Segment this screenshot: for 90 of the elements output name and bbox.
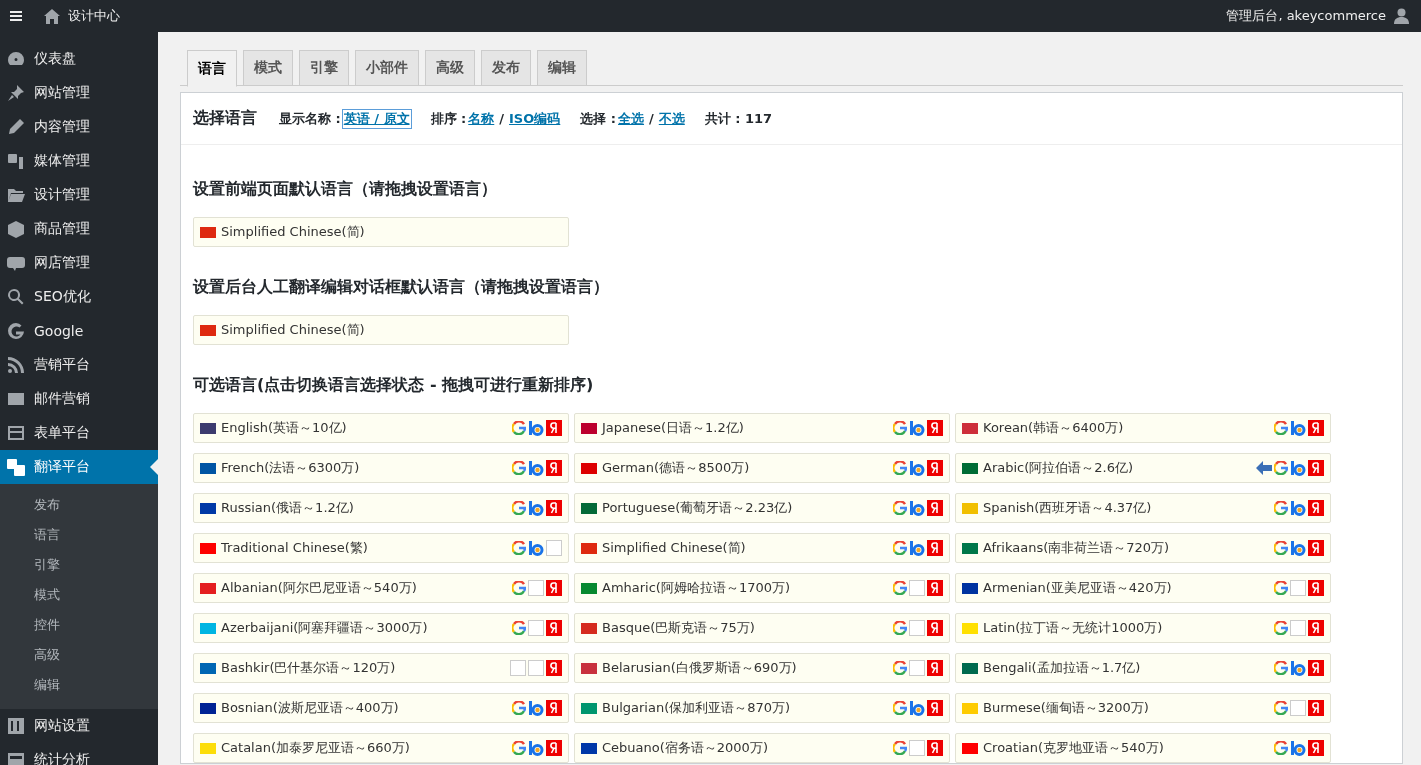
language-item[interactable]: Latin(拉丁语～无统计1000万) bbox=[955, 613, 1331, 643]
submenu-item[interactable]: 高级 bbox=[0, 640, 158, 670]
language-item[interactable]: Simplified Chinese(简) bbox=[193, 217, 569, 247]
option-label: 选择 : bbox=[580, 109, 617, 128]
sliders-icon bbox=[7, 717, 25, 735]
sidebar-item[interactable]: 邮件营销 bbox=[0, 382, 158, 416]
language-item[interactable]: Burmese(缅甸语～3200万) bbox=[955, 693, 1331, 723]
form-icon bbox=[7, 424, 25, 442]
sidebar-item[interactable]: 网店管理 bbox=[0, 246, 158, 280]
site-title[interactable]: 设计中心 bbox=[68, 7, 120, 25]
language-item[interactable]: Cebuano(宿务语～2000万) bbox=[574, 733, 950, 763]
menu-icon[interactable] bbox=[10, 11, 22, 21]
language-item[interactable]: English(英语～10亿) bbox=[193, 413, 569, 443]
language-item[interactable]: Bashkir(巴什基尔语～120万) bbox=[193, 653, 569, 683]
chart-icon bbox=[7, 751, 25, 765]
box-icon bbox=[7, 220, 25, 238]
option-label: 排序 : bbox=[430, 109, 467, 128]
submenu-item[interactable]: 语言 bbox=[0, 520, 158, 550]
sidebar-item[interactable]: 内容管理 bbox=[0, 110, 158, 144]
tab[interactable]: 引擎 bbox=[299, 50, 349, 86]
gauge-icon bbox=[7, 50, 25, 68]
select-link[interactable]: 全选 bbox=[618, 109, 645, 128]
section-title: 设置前端页面默认语言（请拖拽设置语言） bbox=[193, 177, 498, 200]
language-item[interactable]: Arabic(阿拉伯语～2.6亿) bbox=[955, 453, 1331, 483]
user-greeting[interactable]: 管理后台, akeycommerce bbox=[1226, 7, 1386, 25]
language-item[interactable]: German(德语～8500万) bbox=[574, 453, 950, 483]
sidebar-item[interactable]: 网站设置 bbox=[0, 709, 158, 743]
home-icon[interactable] bbox=[44, 8, 60, 24]
language-item[interactable]: Russian(俄语～1.2亿) bbox=[193, 493, 569, 523]
language-item[interactable]: Azerbaijani(阿塞拜疆语～3000万) bbox=[193, 613, 569, 643]
media-icon bbox=[7, 152, 25, 170]
sidebar-item[interactable]: 翻译平台 bbox=[0, 450, 158, 484]
sidebar-item[interactable]: Google bbox=[0, 314, 158, 348]
separator: / bbox=[499, 111, 505, 126]
language-item[interactable]: Portuguese(葡萄牙语～2.23亿) bbox=[574, 493, 950, 523]
tab[interactable]: 小部件 bbox=[355, 50, 419, 86]
separator: / bbox=[649, 111, 654, 126]
submenu-item[interactable]: 模式 bbox=[0, 580, 158, 610]
panel-title: 选择语言 bbox=[193, 108, 257, 129]
tab[interactable]: 编辑 bbox=[537, 50, 587, 86]
language-item[interactable]: French(法语～6300万) bbox=[193, 453, 569, 483]
submenu-item[interactable]: 编辑 bbox=[0, 670, 158, 700]
sidebar-item[interactable]: 网站管理 bbox=[0, 76, 158, 110]
tab[interactable]: 发布 bbox=[481, 50, 531, 86]
tab[interactable]: 高级 bbox=[425, 50, 475, 86]
user-icon[interactable] bbox=[1394, 8, 1409, 24]
option-label: 显示名称 : bbox=[279, 109, 341, 128]
section-title: 可选语言(点击切换语言选择状态 - 拖拽可进行重新排序) bbox=[193, 373, 595, 396]
language-item[interactable]: Korean(韩语～6400万) bbox=[955, 413, 1331, 443]
language-item[interactable]: Amharic(阿姆哈拉语～1700万) bbox=[574, 573, 950, 603]
search-icon bbox=[7, 288, 25, 306]
google-icon bbox=[7, 322, 25, 340]
total-count: 共计 : 117 bbox=[704, 109, 773, 128]
sort-link[interactable]: ISO编码 bbox=[509, 109, 561, 128]
sort-link[interactable]: 名称 bbox=[468, 109, 495, 128]
sidebar-item[interactable]: 仪表盘 bbox=[0, 42, 158, 76]
feed-icon bbox=[7, 356, 25, 374]
sidebar-item[interactable]: 设计管理 bbox=[0, 178, 158, 212]
pencil-icon bbox=[7, 118, 25, 136]
sidebar-item[interactable]: 营销平台 bbox=[0, 348, 158, 382]
sidebar-item[interactable]: 表单平台 bbox=[0, 416, 158, 450]
language-item[interactable]: Bulgarian(保加利亚语～870万) bbox=[574, 693, 950, 723]
language-item[interactable]: Catalan(加泰罗尼亚语～660万) bbox=[193, 733, 569, 763]
language-item[interactable]: Afrikaans(南非荷兰语～720万) bbox=[955, 533, 1331, 563]
sidebar-item[interactable]: 商品管理 bbox=[0, 212, 158, 246]
language-item[interactable]: Bosnian(波斯尼亚语～400万) bbox=[193, 693, 569, 723]
sidebar-item[interactable]: 统计分析 bbox=[0, 743, 158, 765]
language-item[interactable]: Albanian(阿尔巴尼亚语～540万) bbox=[193, 573, 569, 603]
display-name-link[interactable]: 英语 / 原文 bbox=[342, 109, 411, 128]
pin-icon bbox=[7, 84, 25, 102]
language-item[interactable]: Armenian(亚美尼亚语～420万) bbox=[955, 573, 1331, 603]
language-item[interactable]: Belarusian(白俄罗斯语～690万) bbox=[574, 653, 950, 683]
submenu-item[interactable]: 发布 bbox=[0, 490, 158, 520]
folder-icon bbox=[7, 186, 25, 204]
tab[interactable]: 语言 bbox=[187, 50, 237, 87]
section-title: 设置后台人工翻译编辑对话框默认语言（请拖拽设置语言） bbox=[193, 275, 610, 298]
language-item[interactable]: Spanish(西班牙语～4.37亿) bbox=[955, 493, 1331, 523]
submenu-item[interactable]: 引擎 bbox=[0, 550, 158, 580]
submenu-item[interactable]: 控件 bbox=[0, 610, 158, 640]
language-item[interactable]: Bengali(孟加拉语～1.7亿) bbox=[955, 653, 1331, 683]
language-item[interactable]: Japanese(日语～1.2亿) bbox=[574, 413, 950, 443]
sidebar-item[interactable]: SEO优化 bbox=[0, 280, 158, 314]
tab[interactable]: 模式 bbox=[243, 50, 293, 86]
language-item[interactable]: Simplified Chinese(简) bbox=[574, 533, 950, 563]
language-item[interactable]: Traditional Chinese(繁) bbox=[193, 533, 569, 563]
language-item[interactable]: Basque(巴斯克语～75万) bbox=[574, 613, 950, 643]
language-item[interactable]: Croatian(克罗地亚语～540万) bbox=[955, 733, 1331, 763]
sidebar-item[interactable]: 媒体管理 bbox=[0, 144, 158, 178]
select-link[interactable]: 不选 bbox=[658, 109, 685, 128]
language-item[interactable]: Simplified Chinese(简) bbox=[193, 315, 569, 345]
